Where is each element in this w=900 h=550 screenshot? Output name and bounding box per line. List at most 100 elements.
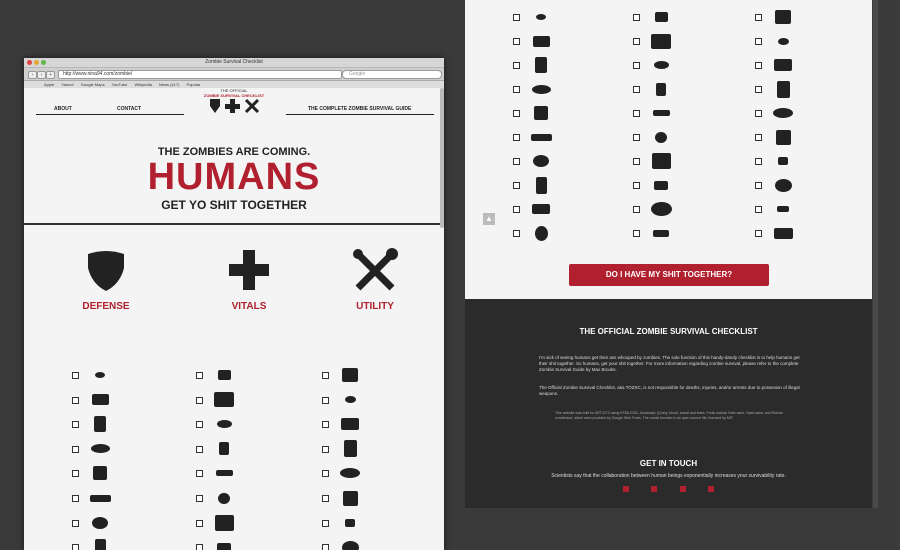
checklist-checkbox-defense[interactable]: [513, 62, 520, 69]
checklist-checkbox-vitals[interactable]: [196, 396, 203, 404]
survival-item-icon: [217, 370, 231, 380]
minimize-window-icon[interactable]: [34, 60, 39, 65]
checklist-checkbox-vitals[interactable]: [196, 470, 203, 478]
survival-item-icon: [92, 516, 108, 529]
checklist-checkbox-utility[interactable]: [322, 396, 329, 404]
checklist-checkbox-vitals[interactable]: [633, 230, 640, 237]
nav-guide-link[interactable]: THE COMPLETE ZOMBIE SURVIVAL GUIDE: [308, 106, 411, 112]
bookmark-yahoo[interactable]: Yahoo!: [61, 82, 73, 87]
url-bar[interactable]: http://www.nina94.com/zombie/: [58, 70, 342, 79]
checklist-checkbox-utility[interactable]: [322, 495, 329, 502]
checklist-checkbox-utility[interactable]: [755, 206, 762, 213]
contact-text: Scientists say that the collaboration be…: [551, 473, 786, 479]
bookmark-google-maps[interactable]: Google Maps: [81, 82, 105, 87]
checklist-checkbox-utility[interactable]: [755, 230, 762, 237]
survival-item-icon: [773, 227, 793, 239]
hero-title: HUMANS: [147, 156, 321, 198]
facebook-icon[interactable]: [623, 486, 629, 492]
checklist-checkbox-vitals[interactable]: [633, 182, 640, 189]
checklist-checkbox-utility[interactable]: [755, 110, 762, 117]
survival-item-icon: [89, 494, 111, 502]
checklist-checkbox-vitals[interactable]: [633, 158, 640, 165]
survival-item-icon: [345, 518, 355, 527]
zoom-window-icon[interactable]: [41, 60, 46, 65]
checklist-checkbox-utility[interactable]: [322, 470, 329, 478]
checklist-checkbox-utility[interactable]: [322, 544, 329, 550]
checklist-checkbox-defense[interactable]: [72, 372, 79, 379]
checklist-checkbox-defense[interactable]: [72, 495, 79, 502]
checklist-checkbox-defense[interactable]: [72, 421, 79, 429]
tools-icon: [353, 248, 398, 291]
survival-item-icon: [341, 540, 359, 550]
checklist-checkbox-utility[interactable]: [322, 372, 329, 379]
checklist-checkbox-vitals[interactable]: [196, 445, 203, 453]
checklist-checkbox-vitals[interactable]: [633, 206, 640, 213]
checklist-checkbox-utility[interactable]: [322, 519, 329, 527]
footer-title: THE OFFICIAL ZOMBIE SURVIVAL CHECKLIST: [579, 327, 758, 336]
checklist-checkbox-defense[interactable]: [72, 396, 79, 404]
bookmark-wikipedia[interactable]: Wikipedia: [134, 82, 151, 87]
checklist-checkbox-utility[interactable]: [322, 445, 329, 453]
checklist-checkbox-vitals[interactable]: [196, 495, 203, 502]
checklist-checkbox-vitals[interactable]: [633, 134, 640, 141]
survival-item-icon: [219, 442, 229, 456]
survival-item-icon: [773, 108, 793, 118]
bookmark-youtube[interactable]: YouTube: [112, 82, 128, 87]
checklist-checkbox-vitals[interactable]: [196, 372, 203, 379]
checklist-checkbox-vitals[interactable]: [633, 38, 640, 45]
checklist-checkbox-vitals[interactable]: [196, 544, 203, 550]
checklist-checkbox-utility[interactable]: [755, 14, 762, 21]
checklist-checkbox-defense[interactable]: [513, 230, 520, 237]
checklist-checkbox-defense[interactable]: [513, 14, 520, 21]
bookmark-popular[interactable]: Popular: [187, 82, 201, 87]
checklist-checkbox-defense[interactable]: [72, 470, 79, 478]
survival-item-icon: [534, 106, 548, 120]
checklist-checkbox-vitals[interactable]: [633, 14, 640, 21]
checklist-checkbox-defense[interactable]: [513, 206, 520, 213]
checklist-checkbox-defense[interactable]: [72, 519, 79, 527]
checklist-checkbox-utility[interactable]: [755, 86, 762, 93]
checklist-checkbox-utility[interactable]: [755, 158, 762, 165]
checklist-checkbox-vitals[interactable]: [633, 62, 640, 69]
checklist-checkbox-defense[interactable]: [72, 544, 79, 550]
page-scrollbar[interactable]: [873, 0, 878, 508]
checklist-checkbox-utility[interactable]: [755, 182, 762, 189]
checklist-checkbox-utility[interactable]: [322, 421, 329, 429]
search-field[interactable]: Google: [342, 70, 442, 79]
checklist-checkbox-vitals[interactable]: [196, 421, 203, 429]
browser-scrollbar[interactable]: [440, 88, 444, 228]
checklist-checkbox-defense[interactable]: [513, 182, 520, 189]
scroll-to-top-button[interactable]: ▲: [483, 213, 495, 225]
checklist-checkbox-vitals[interactable]: [633, 110, 640, 117]
bookmark-apple[interactable]: Apple: [44, 82, 54, 87]
bookmark-news[interactable]: News (417): [159, 82, 179, 87]
site-logo[interactable]: THE OFFICIAL ZOMBIE SURVIVAL CHECKLIST: [194, 88, 274, 118]
forward-button[interactable]: ›: [37, 71, 46, 79]
youtube-icon[interactable]: [680, 486, 686, 492]
checklist-checkbox-utility[interactable]: [755, 38, 762, 45]
linkedin-icon[interactable]: [708, 486, 714, 492]
checklist-checkbox-defense[interactable]: [513, 86, 520, 93]
checklist-checkbox-vitals[interactable]: [633, 86, 640, 93]
checklist-checkbox-vitals[interactable]: [196, 519, 203, 527]
close-window-icon[interactable]: [27, 60, 32, 65]
checklist-checkbox-utility[interactable]: [755, 134, 762, 141]
logo-icons: [210, 98, 260, 114]
survival-item-icon: [655, 131, 667, 143]
checklist-checkbox-defense[interactable]: [513, 110, 520, 117]
checklist-checkbox-defense[interactable]: [72, 445, 79, 453]
survival-item-icon: [344, 396, 356, 404]
add-tab-button[interactable]: +: [46, 71, 55, 79]
checklist-checkbox-utility[interactable]: [755, 62, 762, 69]
survival-item-icon: [533, 155, 549, 167]
nav-about-link[interactable]: ABOUT: [54, 106, 72, 112]
checklist-checkbox-defense[interactable]: [513, 38, 520, 45]
survival-item-icon: [95, 372, 105, 378]
checklist-checkbox-defense[interactable]: [513, 158, 520, 165]
back-button[interactable]: ‹: [28, 71, 37, 79]
nav-contact-link[interactable]: CONTACT: [117, 106, 141, 112]
survival-item-icon: [94, 538, 106, 550]
twitter-icon[interactable]: [651, 486, 657, 492]
check-results-button[interactable]: DO I HAVE MY SHIT TOGETHER?: [569, 264, 769, 286]
checklist-checkbox-defense[interactable]: [513, 134, 520, 141]
